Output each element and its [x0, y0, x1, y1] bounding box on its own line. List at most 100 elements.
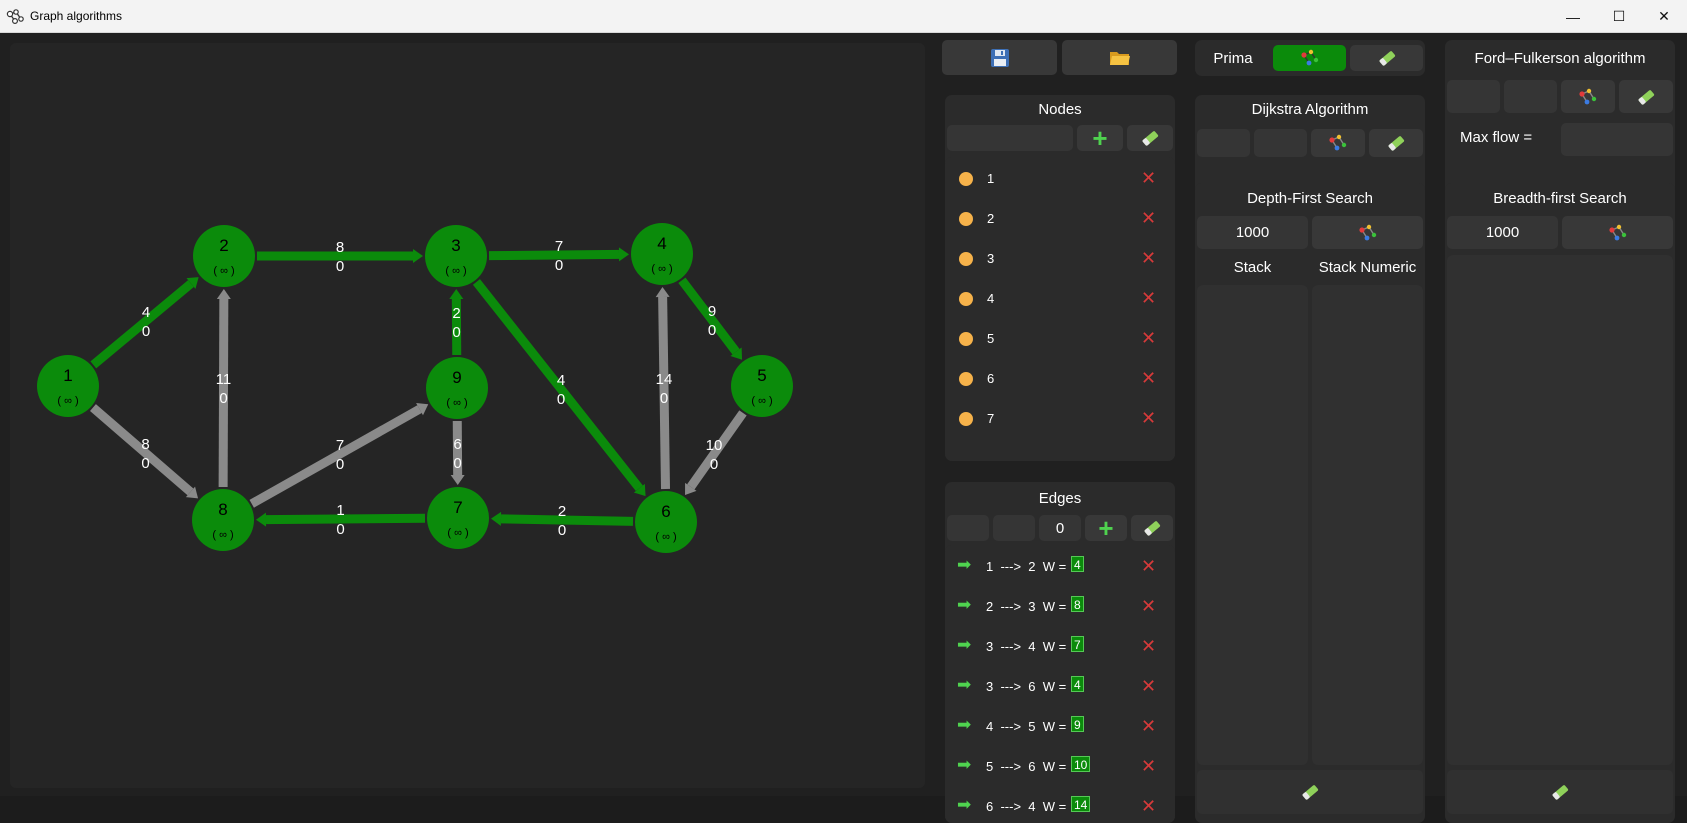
delete-node-icon[interactable]: ✕	[1141, 208, 1156, 228]
dijkstra-run-button[interactable]	[1311, 129, 1365, 157]
bfs-output-list[interactable]	[1447, 255, 1673, 765]
save-button[interactable]	[942, 40, 1057, 75]
edge-list-item[interactable]: ➡3 ---> 6 W =4✕	[945, 667, 1172, 707]
edge-list-item[interactable]: ➡4 ---> 5 W =9✕	[945, 707, 1172, 747]
edge-to-input[interactable]	[993, 515, 1035, 541]
node-list-item[interactable]: 4✕	[945, 279, 1172, 319]
node-list-item[interactable]: 6✕	[945, 359, 1172, 399]
edge-weight-badge: 9	[1071, 716, 1084, 732]
eraser-icon	[1140, 129, 1160, 147]
edge-flow-label: 0	[453, 455, 461, 472]
graph-edge-1-8[interactable]: 80	[93, 408, 198, 499]
graph-edge-5-6[interactable]: 100	[685, 413, 743, 495]
edge-list-label: 4 ---> 5 W =	[986, 719, 1066, 734]
add-edge-button[interactable]: +	[1085, 515, 1127, 541]
graph-node-8[interactable]: 8( ∞ )	[192, 489, 254, 551]
graph-node-1[interactable]: 1( ∞ )	[37, 355, 99, 417]
ford-clear-button[interactable]	[1619, 80, 1673, 113]
stack-numeric-list[interactable]	[1312, 285, 1423, 765]
graph-canvas[interactable]: 40807020409014010011080706010201( ∞ )2( …	[10, 43, 925, 788]
node-list-item[interactable]: 1✕	[945, 159, 1172, 199]
edge-list-item[interactable]: ➡5 ---> 6 W =10✕	[945, 747, 1172, 787]
clear-nodes-button[interactable]	[1127, 125, 1173, 151]
stack-numeric-column-title: Stack Numeric	[1312, 259, 1423, 276]
graph-node-9[interactable]: 9( ∞ )	[426, 357, 488, 419]
delete-edge-icon[interactable]: ✕	[1141, 596, 1156, 616]
graph-edge-8-2[interactable]: 110	[216, 289, 232, 487]
minimize-button[interactable]: —	[1550, 0, 1596, 33]
graph-node-6[interactable]: 6( ∞ )	[635, 491, 697, 553]
edge-list-item[interactable]: ➡3 ---> 4 W =7✕	[945, 627, 1172, 667]
graph-node-4[interactable]: 4( ∞ )	[631, 223, 693, 285]
node-list-item[interactable]: 2✕	[945, 199, 1172, 239]
delete-node-icon[interactable]: ✕	[1141, 168, 1156, 188]
edge-flow-label: 0	[219, 390, 227, 407]
delete-edge-icon[interactable]: ✕	[1141, 636, 1156, 656]
maximize-button[interactable]: ☐	[1596, 0, 1642, 33]
graph-edge-3-4[interactable]: 70	[489, 238, 629, 274]
graph-edge-2-3[interactable]: 80	[257, 239, 423, 275]
floppy-disk-icon	[990, 48, 1010, 68]
right-arrow-icon: ➡	[957, 595, 971, 615]
edge-weight-input[interactable]: 0	[1039, 515, 1081, 541]
node-dot-icon	[959, 252, 973, 266]
dijkstra-clear-button[interactable]	[1369, 129, 1423, 157]
edge-from-input[interactable]	[947, 515, 989, 541]
bfs-delay-input[interactable]: 1000	[1447, 216, 1558, 249]
clear-edges-button[interactable]	[1131, 515, 1173, 541]
graph-edge-9-3[interactable]: 20	[449, 289, 463, 355]
delete-node-icon[interactable]: ✕	[1141, 288, 1156, 308]
graph-edge-6-4[interactable]: 140	[656, 287, 673, 489]
delete-node-icon[interactable]: ✕	[1141, 368, 1156, 388]
open-folder-button[interactable]	[1062, 40, 1177, 75]
ford-run-button[interactable]	[1561, 80, 1615, 113]
stack-list[interactable]	[1197, 285, 1308, 765]
delete-edge-icon[interactable]: ✕	[1141, 796, 1156, 816]
dfs-delay-input[interactable]: 1000	[1197, 216, 1308, 249]
ford-sink-input[interactable]	[1504, 80, 1557, 113]
close-window-button[interactable]: ✕	[1641, 0, 1687, 33]
delete-edge-icon[interactable]: ✕	[1141, 756, 1156, 776]
nodes-list[interactable]: 1✕2✕3✕4✕5✕6✕7✕	[945, 157, 1175, 461]
edge-list-item[interactable]: ➡2 ---> 3 W =8✕	[945, 587, 1172, 627]
edge-list-item[interactable]: ➡6 ---> 4 W =14✕	[945, 787, 1172, 823]
dfs-run-button[interactable]	[1312, 216, 1423, 249]
dfs-clear-button[interactable]	[1197, 770, 1423, 814]
bfs-run-button[interactable]	[1562, 216, 1673, 249]
delete-node-icon[interactable]: ✕	[1141, 408, 1156, 428]
graph-edge-1-2[interactable]: 40	[93, 277, 198, 365]
add-node-button[interactable]: +	[1077, 125, 1123, 151]
edge-list-item[interactable]: ➡1 ---> 2 W =4✕	[945, 547, 1172, 587]
dijkstra-to-input[interactable]	[1254, 129, 1307, 157]
graph-edge-3-6[interactable]: 40	[476, 282, 645, 496]
graph-node-3[interactable]: 3( ∞ )	[425, 225, 487, 287]
delete-edge-icon[interactable]: ✕	[1141, 556, 1156, 576]
edge-weight-badge: 10	[1071, 756, 1090, 772]
edges-list[interactable]: ➡1 ---> 2 W =4✕➡2 ---> 3 W =8✕➡3 ---> 4 …	[945, 545, 1175, 823]
edge-weight-label: 9	[708, 303, 716, 320]
node-name-input[interactable]	[947, 125, 1073, 151]
edge-flow-label: 0	[710, 456, 718, 473]
dijkstra-from-input[interactable]	[1197, 129, 1250, 157]
prima-clear-button[interactable]	[1350, 45, 1423, 71]
graph-edge-8-9[interactable]: 70	[252, 403, 429, 504]
right-arrow-icon: ➡	[957, 795, 971, 815]
graph-edge-6-7[interactable]: 20	[491, 503, 633, 539]
node-list-item[interactable]: 3✕	[945, 239, 1172, 279]
graph-node-5[interactable]: 5( ∞ )	[731, 355, 793, 417]
graph-edge-9-7[interactable]: 60	[451, 421, 465, 485]
bfs-clear-button[interactable]	[1447, 770, 1673, 814]
node-list-item[interactable]: 7✕	[945, 399, 1172, 439]
node-list-item[interactable]: 5✕	[945, 319, 1172, 359]
graph-edge-4-5[interactable]: 90	[682, 280, 742, 359]
ford-source-input[interactable]	[1447, 80, 1500, 113]
graph-node-7[interactable]: 7( ∞ )	[427, 487, 489, 549]
prima-run-button[interactable]	[1273, 45, 1346, 71]
delete-node-icon[interactable]: ✕	[1141, 328, 1156, 348]
node-list-label: 2	[987, 211, 994, 226]
delete-node-icon[interactable]: ✕	[1141, 248, 1156, 268]
delete-edge-icon[interactable]: ✕	[1141, 676, 1156, 696]
delete-edge-icon[interactable]: ✕	[1141, 716, 1156, 736]
graph-edge-7-8[interactable]: 10	[256, 502, 425, 538]
graph-node-2[interactable]: 2( ∞ )	[193, 225, 255, 287]
